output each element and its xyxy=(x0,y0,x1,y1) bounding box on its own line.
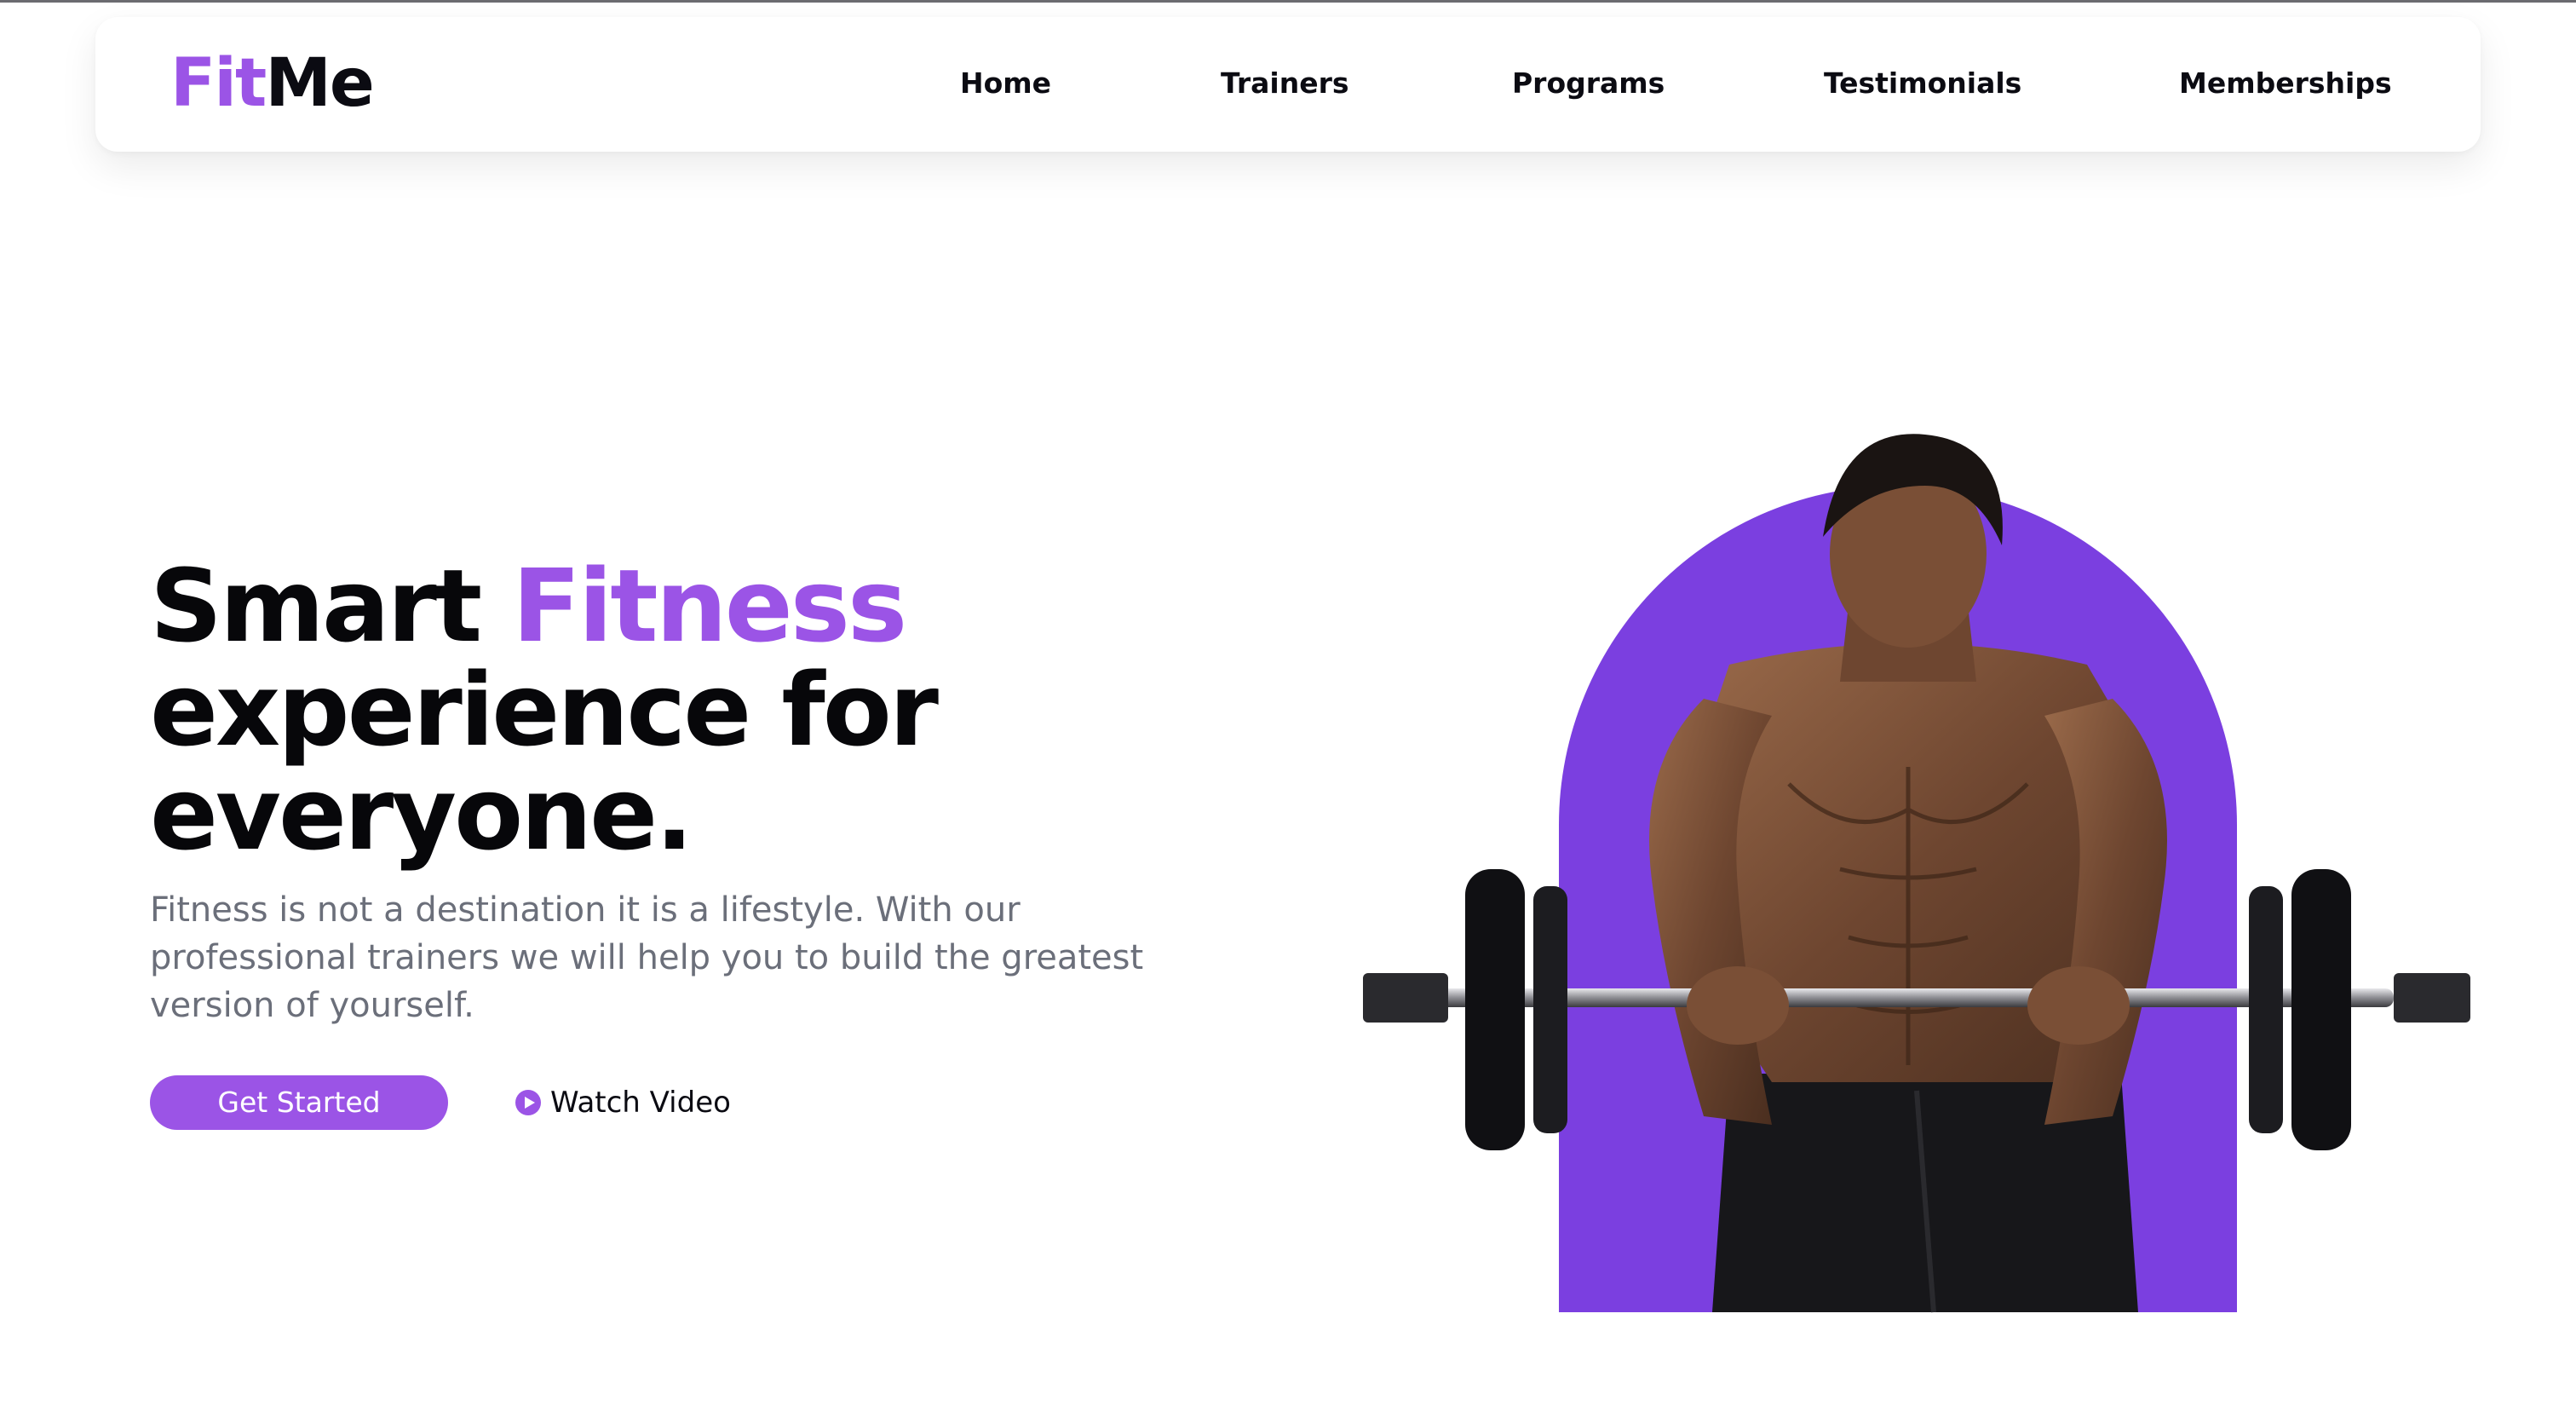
hero-title-line-3: everyone. xyxy=(150,755,693,873)
nav-link-home[interactable]: Home xyxy=(960,65,1051,102)
hero-image xyxy=(1329,409,2487,1329)
hero-title-fitness: Fitness xyxy=(512,547,907,665)
hero-title: Smart Fitness experience for everyone. xyxy=(150,554,939,873)
watch-video-link[interactable]: Watch Video xyxy=(515,1084,731,1121)
watch-video-label: Watch Video xyxy=(550,1086,731,1120)
nav-link-trainers[interactable]: Trainers xyxy=(1221,65,1349,102)
get-started-button[interactable]: Get Started xyxy=(150,1075,448,1130)
nav-link-programs[interactable]: Programs xyxy=(1512,65,1665,102)
nav-link-testimonials[interactable]: Testimonials xyxy=(1824,65,2021,102)
window-top-border xyxy=(0,0,2576,3)
site-logo[interactable]: FitMe xyxy=(170,43,375,124)
navbar: FitMe Home Trainers Programs Testimonial… xyxy=(95,17,2481,152)
play-circle-icon xyxy=(515,1090,541,1115)
nav-link-memberships[interactable]: Memberships xyxy=(2179,65,2392,102)
hero-description: Fitness is not a destination it is a lif… xyxy=(150,890,1144,1025)
logo-me: Me xyxy=(265,45,375,122)
hero-title-line-1: Smart Fitness xyxy=(150,554,936,658)
hero-title-line-2: experience for xyxy=(150,651,939,769)
athlete-with-barbell-image xyxy=(1363,434,2470,1313)
hero-title-smart: Smart xyxy=(150,547,513,665)
logo-fit: Fit xyxy=(170,45,267,122)
